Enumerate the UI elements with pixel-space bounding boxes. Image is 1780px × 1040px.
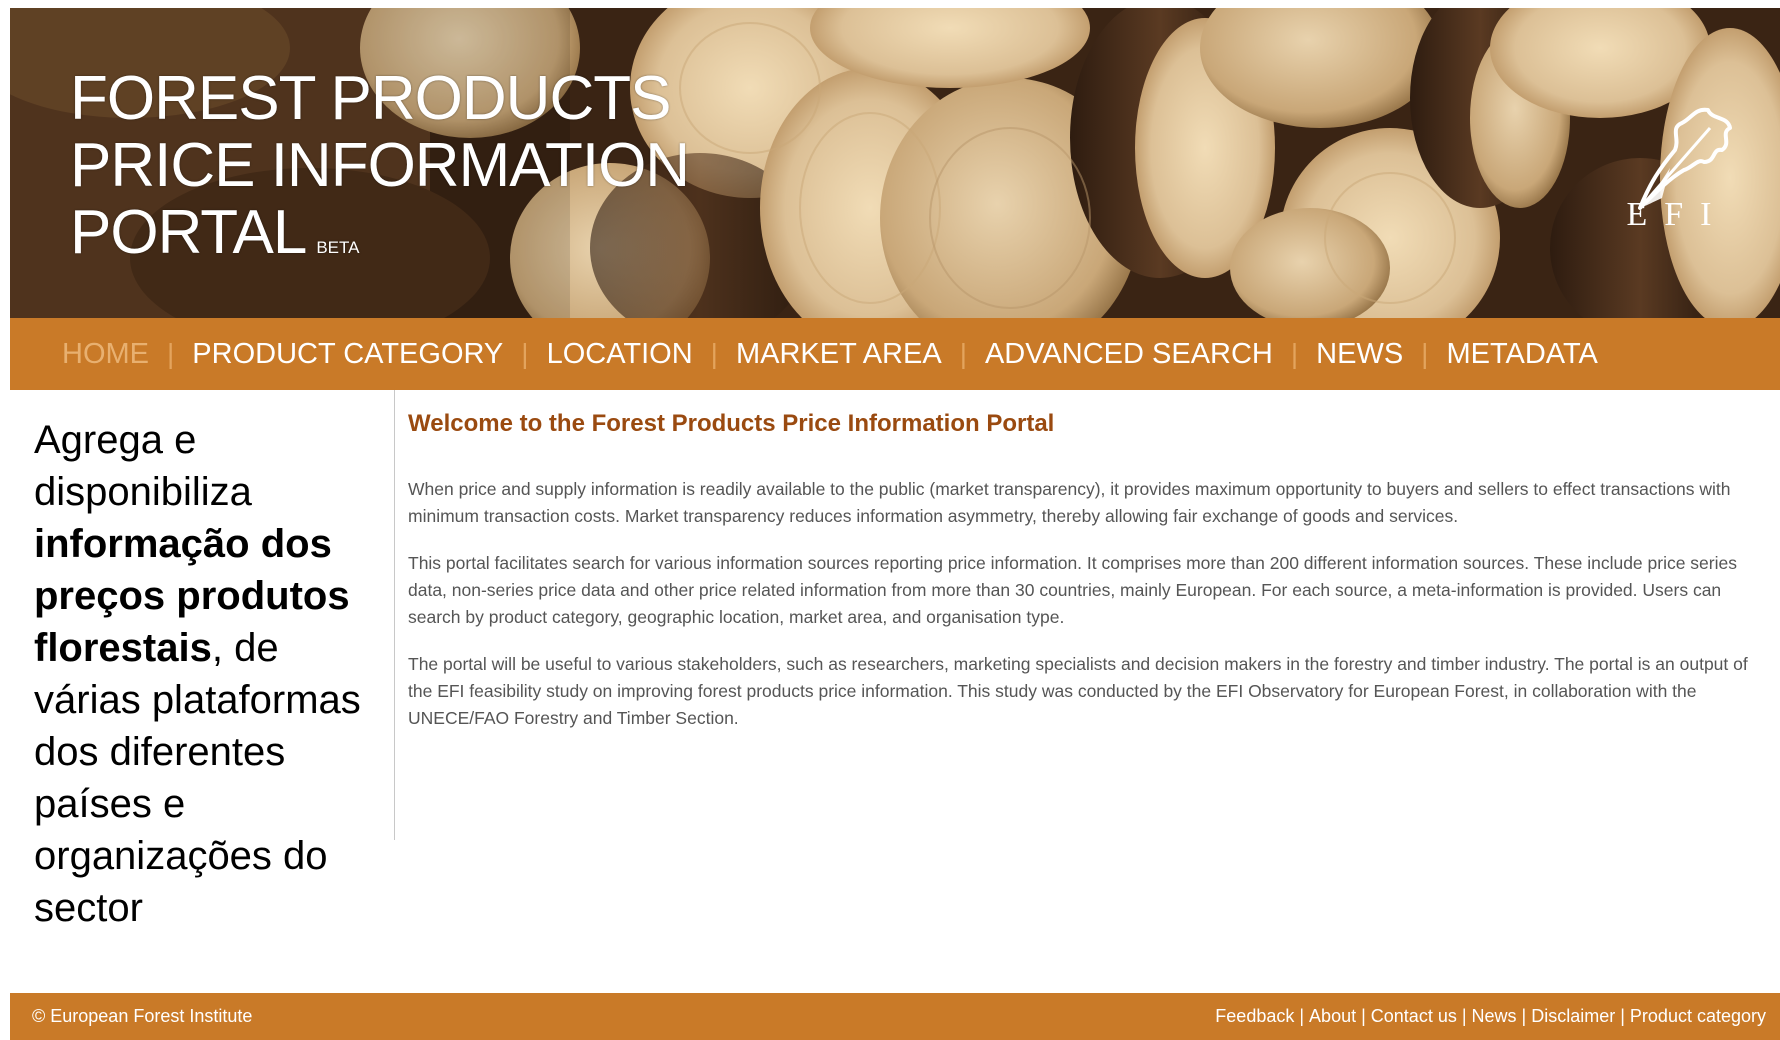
footer-separator: | [1361, 1006, 1366, 1026]
welcome-heading: Welcome to the Forest Products Price Inf… [408, 410, 1055, 437]
footer-link-product-category[interactable]: Product category [1630, 1006, 1766, 1026]
column-divider [394, 390, 395, 840]
annotation-part1: Agrega e disponibiliza [34, 418, 252, 514]
nav-separator: | [959, 338, 967, 369]
intro-paragraph-3: The portal will be useful to various sta… [408, 654, 1748, 728]
nav-separator: | [1290, 338, 1299, 369]
nav-home[interactable]: HOME [62, 338, 149, 371]
portal-title-line1: FOREST PRODUCTS [70, 64, 671, 133]
portal-title-line2: PRICE INFORMATION [70, 131, 690, 200]
portal-title-portal: PORTAL [70, 198, 307, 267]
footer-link-contact-us[interactable]: Contact us [1371, 1006, 1457, 1026]
footer-link-about[interactable]: About [1309, 1006, 1356, 1026]
main-content: Welcome to the Forest Products Price Inf… [408, 410, 1770, 752]
footer-separator: | [1461, 1006, 1467, 1026]
nav-separator: | [167, 338, 175, 369]
nav-product-category[interactable]: PRODUCT CATEGORY [192, 338, 503, 371]
nav-advanced-search[interactable]: ADVANCED SEARCH [985, 338, 1273, 371]
annotation-bold: informação dos preços produtos florestai… [34, 522, 350, 670]
nav-separator: | [1421, 338, 1429, 369]
footer-bar: © European Forest Institute Feedback | Abo… [10, 993, 1780, 1040]
nav-metadata[interactable]: METADATA [1446, 338, 1597, 371]
intro-paragraph-2: This portal facilitates search for vario… [408, 553, 1737, 627]
annotation-text: Agrega e disponibiliza informação dos pr… [34, 414, 394, 934]
footer-links: Feedback | About | Contact us | News | Disclaime… [1215, 1006, 1766, 1027]
nav-market-area[interactable]: MARKET AREA [736, 338, 942, 371]
footer-separator: | [1521, 1006, 1527, 1026]
intro-paragraph-1: When price and supply information is rea… [408, 479, 1731, 526]
annotation-part2: , de várias plataformas dos diferentes p… [34, 626, 361, 930]
nav-news[interactable]: NEWS [1316, 338, 1403, 371]
footer-link-news[interactable]: News [1472, 1006, 1517, 1026]
main-navigation: HOME | PRODUCT CATEGORY | LOCATION | MAR… [10, 318, 1780, 390]
footer-link-feedback[interactable]: Feedback [1215, 1006, 1294, 1026]
portal-title-line3: PORTAL BETA [70, 202, 359, 279]
efi-logo-text: EFI [1626, 196, 1729, 233]
copyright-text: © European Forest Institute [32, 1006, 253, 1026]
header-banner: FOREST PRODUCTS PRICE INFORMATION PORTAL… [10, 8, 1780, 318]
nav-separator: | [710, 338, 718, 369]
footer-separator: | [1620, 1006, 1625, 1026]
footer-separator: | [1299, 1006, 1305, 1026]
nav-location[interactable]: LOCATION [547, 338, 693, 371]
portal-page: FOREST PRODUCTS PRICE INFORMATION PORTAL… [10, 8, 1780, 1040]
nav-separator: | [521, 338, 529, 369]
beta-label: BETA [316, 238, 360, 257]
footer-link-disclaimer[interactable]: Disclaimer [1531, 1006, 1615, 1026]
